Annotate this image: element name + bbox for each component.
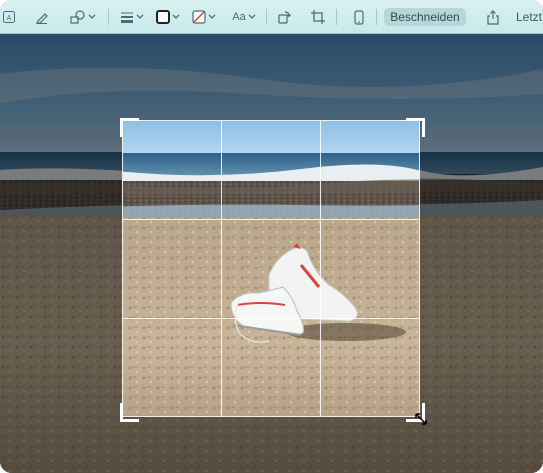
crop-handle-bottom-left[interactable] [120, 403, 139, 422]
shapes-icon[interactable] [68, 7, 98, 27]
crop-grid-line [320, 121, 321, 416]
rotate-icon[interactable] [276, 7, 292, 27]
crop-apply-button[interactable]: Beschneiden [384, 8, 466, 26]
chevron-down-icon [88, 14, 96, 19]
beach-photo-crop-view [123, 121, 419, 416]
crop-grid-line [123, 318, 419, 319]
pen-markup-icon[interactable] [34, 7, 50, 27]
crop-handle-top-left[interactable] [120, 118, 139, 137]
crop-handle-top-right[interactable] [406, 118, 425, 137]
image-canvas[interactable] [0, 34, 543, 473]
toolbar-divider [108, 9, 109, 25]
chevron-down-icon [248, 14, 256, 19]
crop-grid-line [221, 121, 222, 416]
toolbar-divider [376, 9, 377, 25]
fill-color-icon[interactable] [190, 7, 218, 27]
toolbar-divider [336, 9, 337, 25]
toolbar-divider [266, 9, 267, 25]
resize-cursor-icon [415, 413, 427, 425]
sidebar-icon[interactable]: A [2, 7, 16, 27]
toolbar: A Aa Beschneiden Letzt [0, 0, 543, 34]
crop-grid-line [123, 219, 419, 220]
line-style-icon[interactable] [118, 7, 146, 27]
last-button[interactable]: Letzt [516, 8, 542, 26]
crop-selection[interactable] [122, 120, 420, 417]
svg-text:A: A [7, 15, 12, 22]
crop-icon[interactable] [310, 7, 326, 27]
chevron-down-icon [136, 14, 144, 19]
share-icon[interactable] [486, 7, 500, 27]
text-style-icon[interactable]: Aa [230, 7, 258, 27]
preview-window: A Aa Beschneiden Letzt [0, 0, 543, 473]
device-icon[interactable] [352, 7, 366, 27]
border-color-icon[interactable] [154, 7, 182, 27]
chevron-down-icon [172, 14, 180, 19]
chevron-down-icon [208, 14, 216, 19]
text-style-label: Aa [232, 11, 246, 23]
